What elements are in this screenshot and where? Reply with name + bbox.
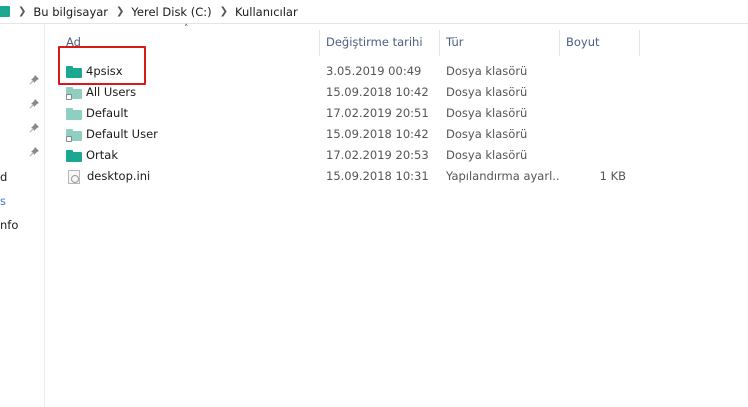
pin-icon[interactable]: [28, 122, 40, 134]
breadcrumb-item-users[interactable]: Kullanıcılar: [235, 5, 298, 19]
folder-shortcut-icon: [66, 86, 82, 100]
file-type: Dosya klasörü: [446, 64, 528, 78]
file-size: 1 KB: [599, 169, 626, 183]
file-date: 15.09.2018 10:42: [326, 127, 429, 141]
file-size: [560, 61, 632, 82]
chevron-right-icon[interactable]: ❯: [116, 6, 124, 17]
file-size: [560, 124, 632, 145]
column-header-date[interactable]: Değiştirme tarihi: [320, 30, 440, 56]
pin-icon[interactable]: [28, 98, 40, 110]
nav-item-label[interactable]: s: [0, 194, 6, 208]
file-name: desktop.ini: [87, 169, 151, 183]
file-list[interactable]: ˄ Ad Değiştirme tarihi Tür Boyut 4psisx …: [46, 24, 748, 407]
folder-icon: [0, 6, 10, 17]
table-row[interactable]: Ortak 17.02.2019 20:53 Dosya klasörü: [46, 145, 748, 166]
file-type: Dosya klasörü: [446, 106, 528, 120]
table-row[interactable]: Default 17.02.2019 20:51 Dosya klasörü: [46, 103, 748, 124]
file-type: Dosya klasörü: [446, 85, 528, 99]
file-size: [560, 82, 632, 103]
file-name: All Users: [86, 85, 137, 99]
folder-shortcut-icon: [66, 128, 82, 142]
folder-icon: [66, 149, 82, 162]
column-header-size[interactable]: Boyut: [560, 30, 640, 56]
chevron-right-icon[interactable]: ❯: [18, 6, 26, 17]
nav-item-label[interactable]: d: [0, 170, 7, 184]
file-date: 17.02.2019 20:51: [326, 106, 429, 120]
file-size: [560, 145, 632, 166]
pin-icon[interactable]: [28, 146, 40, 158]
table-row[interactable]: desktop.ini 15.09.2018 10:31 Yapılandırm…: [46, 166, 748, 187]
highlight-box: [58, 46, 146, 85]
navigation-pane[interactable]: d s nfo: [0, 24, 45, 407]
address-bar[interactable]: ❯ Bu bilgisayar ❯ Yerel Disk (C:) ❯ Kull…: [0, 0, 748, 24]
file-date: 15.09.2018 10:31: [326, 169, 429, 183]
table-row[interactable]: Default User 15.09.2018 10:42 Dosya klas…: [46, 124, 748, 145]
breadcrumb-item-local-disk[interactable]: Yerel Disk (C:): [131, 5, 211, 19]
file-type: Dosya klasörü: [446, 127, 528, 141]
folder-light-icon: [66, 107, 82, 120]
file-date: 3.05.2019 00:49: [326, 64, 422, 78]
file-type: Yapılandırma ayarl...: [446, 169, 560, 183]
nav-item-label[interactable]: nfo: [0, 218, 18, 232]
file-date: 15.09.2018 10:42: [326, 85, 429, 99]
settings-file-icon: [68, 169, 80, 184]
file-name: Ortak: [86, 148, 118, 162]
file-rows: 4psisx 3.05.2019 00:49 Dosya klasörü All…: [46, 61, 748, 187]
table-row[interactable]: 4psisx 3.05.2019 00:49 Dosya klasörü: [46, 61, 748, 82]
column-header-row: Ad Değiştirme tarihi Tür Boyut: [46, 30, 748, 56]
table-row[interactable]: All Users 15.09.2018 10:42 Dosya klasörü: [46, 82, 748, 103]
breadcrumb-item-this-pc[interactable]: Bu bilgisayar: [33, 5, 108, 19]
column-header-type[interactable]: Tür: [440, 30, 560, 56]
file-name: Default User: [86, 127, 158, 141]
file-type: Dosya klasörü: [446, 148, 528, 162]
chevron-right-icon[interactable]: ❯: [220, 6, 228, 17]
file-size: [560, 103, 632, 124]
file-date: 17.02.2019 20:53: [326, 148, 429, 162]
pin-icon[interactable]: [28, 74, 40, 86]
file-name: Default: [86, 106, 129, 120]
column-header-spacer: [640, 30, 748, 56]
